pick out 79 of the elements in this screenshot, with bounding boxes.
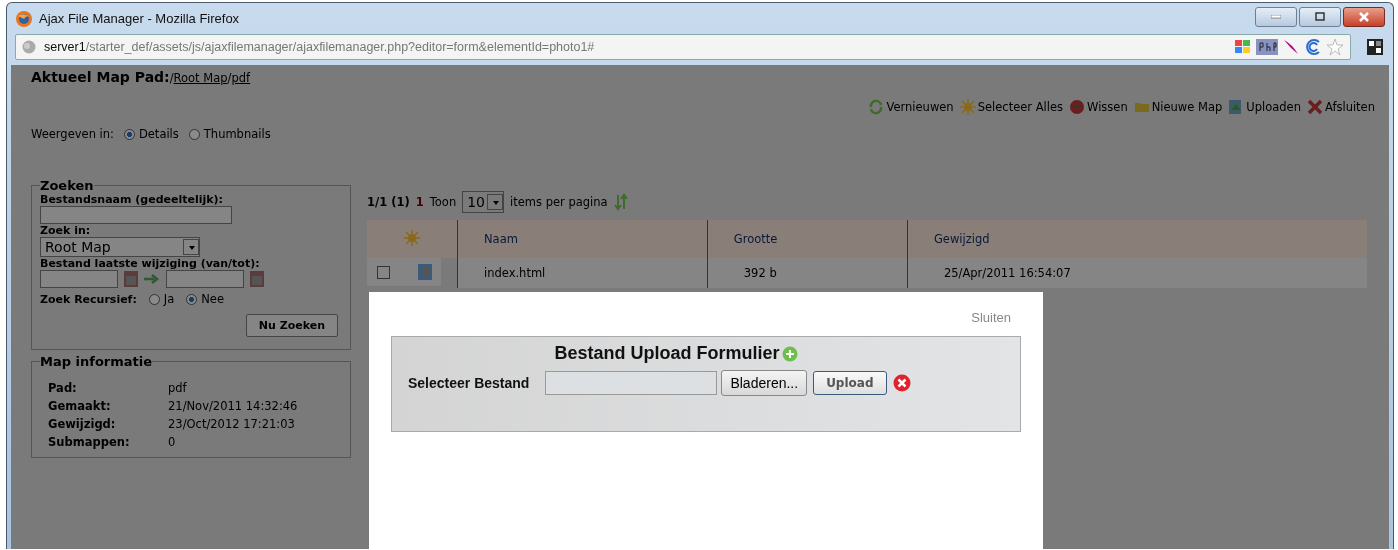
table-cell: 25/Apr/2011 16:54:07	[907, 258, 1367, 288]
table-cell: 392 b	[707, 258, 908, 288]
date-from-field[interactable]	[40, 270, 118, 288]
path-separator: /	[169, 71, 174, 85]
field-label: Zoek in:	[40, 224, 92, 237]
info-value: 23/Oct/2012 17:21:03	[168, 417, 296, 431]
star-icon	[959, 99, 976, 115]
minimize-icon	[1271, 14, 1281, 19]
view-radio[interactable]: Thumbnails	[188, 127, 271, 141]
toolbar-button[interactable]: Uploaden	[1228, 99, 1301, 115]
per-page-label: items per pagina	[510, 195, 608, 209]
field-label: Bestandsnaam (gedeeltelijk):	[40, 193, 224, 206]
file-label: Selecteer Bestand	[408, 375, 530, 391]
close-icon	[1358, 11, 1370, 22]
path-separator: /	[227, 71, 232, 85]
url-text: server1/starter_def/assets/js/ajaxfilemanager/ajaxfilemanager.php?editor=form&elementId=photo1#	[44, 40, 595, 54]
plus-icon[interactable]	[781, 345, 798, 362]
php-icon	[1256, 39, 1278, 55]
recursive-radio[interactable]: Ja	[148, 292, 175, 306]
view-radio[interactable]: Details	[123, 127, 179, 141]
per-page-dropdown[interactable]: 10	[462, 191, 504, 213]
column-header[interactable]: Naam	[457, 220, 708, 258]
remove-icon[interactable]	[892, 374, 911, 392]
toolbar-button[interactable]: Afsluiten	[1306, 99, 1375, 115]
info-label: Submappen:	[48, 435, 131, 449]
info-value: 0	[168, 435, 177, 449]
star-icon[interactable]	[1326, 38, 1344, 56]
recursive-radio[interactable]: Nee	[186, 292, 225, 306]
page-link[interactable]: 1	[415, 195, 424, 209]
minimize-button[interactable]	[1255, 6, 1297, 27]
close-icon	[1306, 99, 1323, 115]
toolbar-button[interactable]: Wissen	[1069, 99, 1128, 115]
breadcrumb-link[interactable]: Root Map	[173, 71, 228, 85]
swirl-icon	[1304, 38, 1322, 56]
window-title: Ajax File Manager - Mozilla Firefox	[39, 11, 240, 26]
info-label: Gemaakt:	[48, 399, 112, 413]
arrow-icon	[144, 274, 160, 284]
form-title: Bestand Upload Formulier	[554, 343, 780, 364]
field-label: Bestand laatste wijziging (van/tot):	[40, 257, 261, 270]
address-bar[interactable]: server1/starter_def/assets/js/ajaxfilemanager/ajaxfilemanager.php?editor=form&elementId=photo1#	[15, 34, 1351, 60]
grid-icon[interactable]	[1367, 39, 1383, 55]
row-checkbox[interactable]	[376, 265, 390, 279]
refresh-icon	[868, 99, 885, 115]
close-button[interactable]	[1343, 6, 1385, 27]
flag-icon	[1234, 38, 1252, 56]
view-label: Weergeven in:	[31, 127, 114, 141]
delete-icon	[1069, 99, 1085, 115]
toolbar-button[interactable]: Vernieuwen	[868, 99, 954, 115]
file-path-field[interactable]	[545, 371, 718, 395]
filename-field[interactable]	[40, 206, 232, 224]
toolbar-button[interactable]: Nieuwe Map	[1133, 99, 1223, 115]
field-label: Zoek Recursief:	[40, 292, 137, 306]
show-label: Toon	[429, 195, 457, 209]
close-link[interactable]: Sluiten	[971, 310, 1011, 325]
browser-logo-icon	[15, 9, 33, 28]
info-label: Gewijzigd:	[48, 417, 117, 431]
column-header[interactable]: Grootte	[707, 220, 908, 258]
info-value: pdf	[168, 381, 188, 395]
path-label: Aktueel Map Pad:	[31, 69, 170, 85]
file-icon	[417, 264, 432, 280]
maximize-icon	[1315, 12, 1325, 21]
table-cell: index.html	[457, 258, 708, 288]
browse-button[interactable]: Bladeren...	[721, 370, 808, 396]
panel-title: Zoeken	[40, 178, 94, 193]
breadcrumb-link[interactable]: pdf	[231, 71, 251, 85]
info-label: Pad:	[48, 381, 78, 395]
search-button[interactable]: Nu Zoeken	[245, 314, 338, 337]
arrows-icon[interactable]	[613, 193, 628, 211]
folder-dropdown[interactable]: Root Map	[40, 237, 200, 257]
feather-icon	[1282, 38, 1300, 56]
maximize-button[interactable]	[1299, 6, 1341, 27]
toolbar-button[interactable]: Selecteer Alles	[959, 99, 1063, 115]
date-to-field[interactable]	[166, 270, 244, 288]
page-summary: 1/1 (1)	[367, 195, 410, 209]
info-value: 21/Nov/2011 14:32:46	[168, 399, 299, 413]
panel-title: Map informatie	[40, 354, 153, 369]
column-header[interactable]: Gewijzigd	[907, 220, 1367, 258]
upload-button[interactable]: Upload	[813, 371, 887, 395]
globe-icon	[22, 40, 36, 54]
